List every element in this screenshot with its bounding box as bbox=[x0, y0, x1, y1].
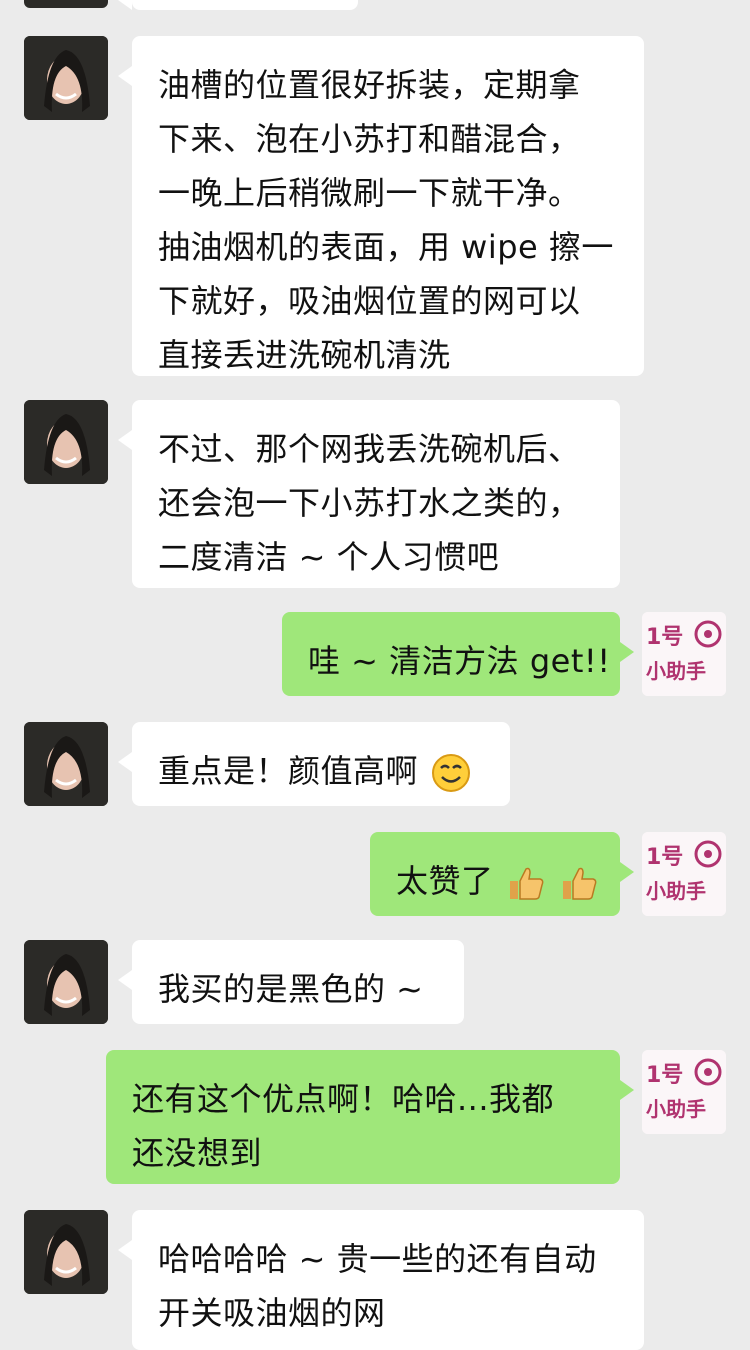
message-text: 哈哈哈哈 ~ 贵一些的还有自动 bbox=[158, 1240, 597, 1278]
svg-text:小助手: 小助手 bbox=[646, 1097, 706, 1121]
message-text: 太赞了 bbox=[396, 862, 494, 900]
message-bubble[interactable]: 太赞了 bbox=[370, 832, 634, 916]
smile-face-icon bbox=[431, 754, 470, 792]
assistant-logo-icon: 1号 小助手 bbox=[642, 612, 726, 696]
svg-text:1号: 1号 bbox=[646, 1063, 683, 1088]
avatar[interactable] bbox=[24, 1210, 108, 1294]
message-text: 还有这个优点啊！哈哈...我都 bbox=[132, 1080, 555, 1118]
assistant-logo-icon: 1号 小助手 bbox=[642, 1050, 726, 1134]
svg-text:小助手: 小助手 bbox=[646, 879, 706, 903]
message-text: 下来、泡在小苏打和醋混合， bbox=[158, 120, 581, 158]
woman-portrait-icon bbox=[24, 940, 108, 1024]
message-text: 一晚上后稍微刷一下就干净。 bbox=[158, 174, 581, 212]
message-bubble[interactable]: 我买的是黑色的 ~ bbox=[118, 940, 464, 1024]
avatar[interactable] bbox=[24, 940, 108, 1024]
message-text: 还会泡一下小苏打水之类的， bbox=[158, 484, 581, 522]
avatar[interactable] bbox=[24, 400, 108, 484]
svg-text:小助手: 小助手 bbox=[646, 659, 706, 683]
woman-portrait-icon bbox=[24, 1210, 108, 1294]
avatar[interactable] bbox=[24, 722, 108, 806]
message-bubble[interactable]: 重点是！颜值高啊 bbox=[118, 722, 510, 806]
message-bubble[interactable]: 哇 ~ 清洁方法 get!! bbox=[282, 612, 634, 696]
assistant-avatar[interactable]: 1号 小助手 bbox=[642, 832, 726, 916]
message-text: 抽油烟机的表面，用 wipe 擦一 bbox=[158, 228, 614, 266]
woman-portrait-icon bbox=[24, 36, 108, 120]
message-bubble[interactable]: 油槽的位置很好拆装，定期拿 下来、泡在小苏打和醋混合， 一晚上后稍微刷一下就干净… bbox=[118, 36, 644, 376]
message-text: 还没想到 bbox=[132, 1134, 263, 1172]
message-text: 我买的是黑色的 ~ bbox=[158, 970, 424, 1008]
assistant-avatar[interactable]: 1号 小助手 bbox=[642, 612, 726, 696]
message-text: 二度清洁 ~ 个人习惯吧 bbox=[158, 538, 500, 576]
woman-portrait-icon bbox=[24, 722, 108, 806]
svg-text:1号: 1号 bbox=[646, 625, 683, 650]
svg-text:1号: 1号 bbox=[646, 845, 683, 870]
thumbs-up-icon bbox=[510, 867, 544, 900]
assistant-logo-icon: 1号 小助手 bbox=[642, 832, 726, 916]
avatar[interactable] bbox=[24, 0, 108, 8]
message-bubble[interactable]: 不过、那个网我丢洗碗机后、 还会泡一下小苏打水之类的， 二度清洁 ~ 个人习惯吧 bbox=[118, 400, 620, 588]
avatar[interactable] bbox=[24, 36, 108, 120]
message-line: 重点是！颜值高啊 bbox=[158, 744, 484, 798]
message-line: 太赞了 bbox=[396, 854, 597, 908]
message-text: 下就好，吸油烟位置的网可以 bbox=[158, 282, 581, 320]
thumbs-up-icon bbox=[562, 867, 597, 900]
message-text: 重点是！颜值高啊 bbox=[158, 752, 419, 790]
message-text: 开关吸油烟的网 bbox=[158, 1294, 386, 1332]
message-text: 不过、那个网我丢洗碗机后、 bbox=[158, 430, 581, 468]
message-text: 油槽的位置很好拆装，定期拿 bbox=[158, 66, 581, 104]
woman-portrait-icon bbox=[24, 400, 108, 484]
message-text: 直接丢进洗碗机清洗 bbox=[158, 336, 451, 374]
message-bubble-partial[interactable] bbox=[118, 0, 358, 10]
message-text: 哇 ~ 清洁方法 get!! bbox=[308, 642, 611, 680]
assistant-avatar[interactable]: 1号 小助手 bbox=[642, 1050, 726, 1134]
message-bubble[interactable]: 还有这个优点啊！哈哈...我都 还没想到 bbox=[106, 1050, 634, 1184]
message-bubble[interactable]: 哈哈哈哈 ~ 贵一些的还有自动 开关吸油烟的网 bbox=[118, 1210, 644, 1350]
